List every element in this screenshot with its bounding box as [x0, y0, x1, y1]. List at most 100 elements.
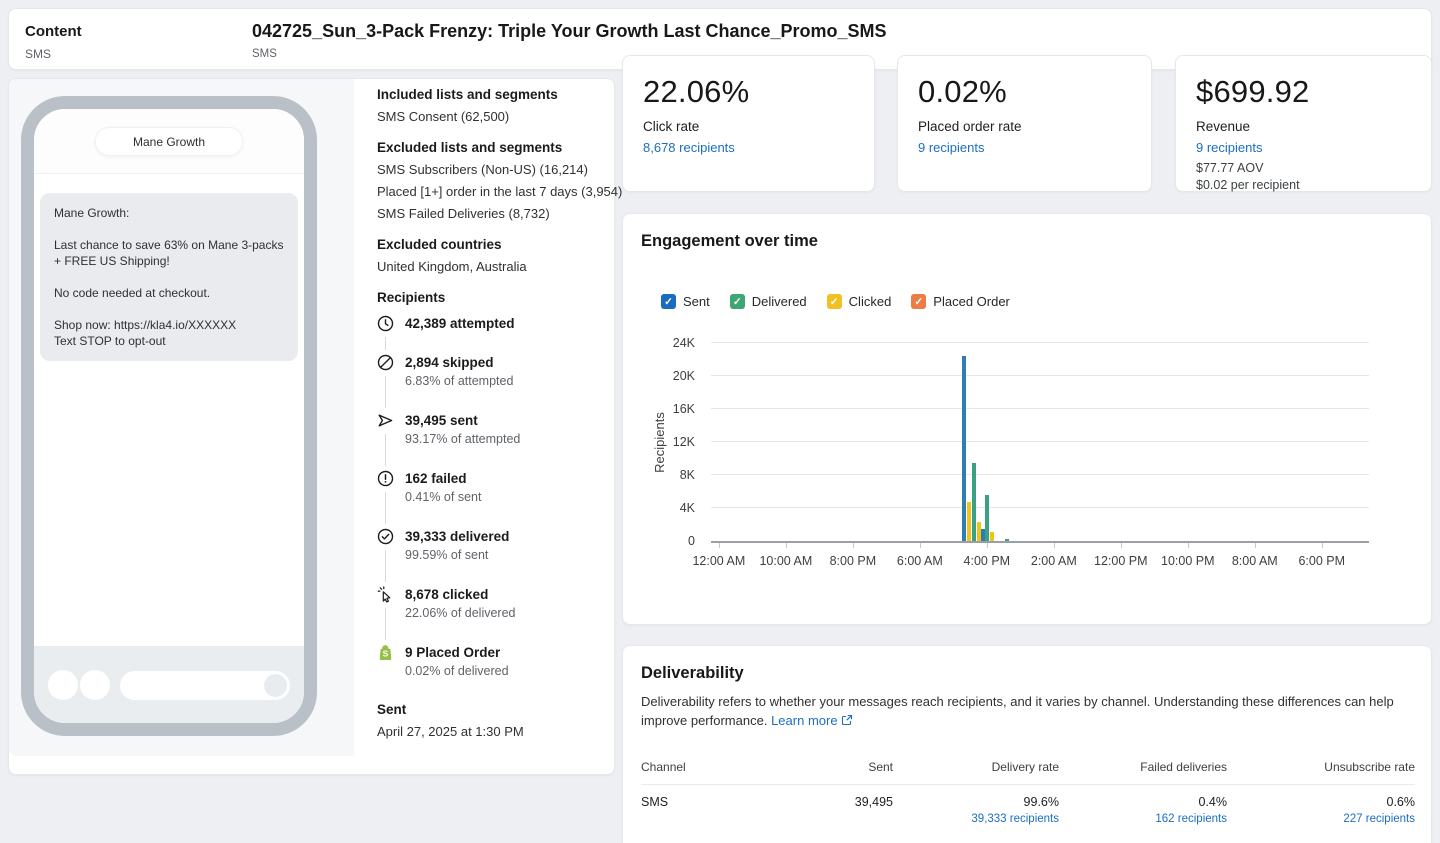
- chart-gridline: [711, 408, 1369, 409]
- funnel-step-label: 2,894 skipped: [405, 354, 613, 372]
- chart-bar-delivered: [985, 495, 989, 541]
- chart-gridline: [711, 507, 1369, 508]
- x-tick-label: 10:00 PM: [1161, 554, 1215, 568]
- sms-message-bubble: Mane Growth: Last chance to save 63% on …: [40, 193, 298, 361]
- y-tick-label: 16K: [673, 402, 695, 416]
- excluded-lists-heading: Excluded lists and segments: [377, 140, 613, 155]
- legend-item-placed-order[interactable]: Placed Order: [911, 294, 1010, 309]
- x-tick-label: 12:00 PM: [1094, 554, 1148, 568]
- legend-item-sent[interactable]: Sent: [661, 294, 710, 309]
- clock-icon: [377, 315, 394, 332]
- funnel-step-sub: 0.02% of delivered: [405, 662, 613, 681]
- svg-text:S: S: [383, 649, 389, 659]
- engagement-title: Engagement over time: [641, 232, 818, 251]
- content-preview-card: Mane Growth Mane Growth: Last chance to …: [8, 78, 615, 775]
- sms-message-line: Text STOP to opt-out: [54, 333, 284, 349]
- y-tick-label: 4K: [680, 501, 695, 515]
- delivered-checkbox-icon[interactable]: [730, 294, 745, 309]
- y-tick-label: 0: [688, 534, 695, 548]
- placed-order-recipients-link[interactable]: 9 recipients: [918, 140, 1131, 155]
- clicked-icon: [377, 586, 394, 603]
- sms-message-line: Last chance to save 63% on Mane 3-packs …: [54, 237, 284, 269]
- chart-bar-clicked: [967, 502, 971, 541]
- table-row: SMS 39,495 99.6% 39,333 recipients 0.4% …: [641, 785, 1415, 837]
- unsub-recipients-link[interactable]: 227 recipients: [1227, 812, 1415, 827]
- sms-message-line: [54, 301, 284, 317]
- x-tick-label: 4:00 PM: [964, 554, 1011, 568]
- recipients-funnel: 42,389 attempted 2,894 skipped 6.83% of …: [377, 315, 613, 681]
- x-tick-label: 12:00 AM: [692, 554, 745, 568]
- placed-order-checkbox-icon[interactable]: [911, 294, 926, 309]
- included-list-item: SMS Consent (62,500): [377, 106, 613, 128]
- deliverability-table: Channel Sent Delivery rate Failed delive…: [641, 752, 1415, 837]
- y-tick-label: 12K: [673, 435, 695, 449]
- chart-gridline: [711, 342, 1369, 343]
- legend-label: Placed Order: [933, 294, 1010, 309]
- x-tick-mark: [1054, 543, 1055, 548]
- funnel-step-label: 162 failed: [405, 470, 613, 488]
- sms-sender-pill: Mane Growth: [95, 127, 243, 156]
- sms-message-line: No code needed at checkout.: [54, 285, 284, 301]
- external-link-icon[interactable]: [841, 712, 853, 731]
- cell-sent: 39,495: [771, 785, 893, 820]
- revenue-aov: $77.77 AOV: [1196, 161, 1411, 175]
- phone-mockup: Mane Growth Mane Growth: Last chance to …: [21, 96, 317, 736]
- chart-bar-delivered: [972, 463, 976, 541]
- learn-more-link[interactable]: Learn more: [771, 713, 837, 728]
- click-rate-recipients-link[interactable]: 8,678 recipients: [643, 140, 854, 155]
- deliverability-description-text: Deliverability refers to whether your me…: [641, 694, 1394, 728]
- placed-order-rate-value: 0.02%: [918, 74, 1131, 110]
- shopify-icon: S: [377, 644, 394, 661]
- camera-button-icon: [48, 670, 78, 700]
- legend-item-delivered[interactable]: Delivered: [730, 294, 807, 309]
- phone-footer: [34, 646, 304, 723]
- x-tick-mark: [920, 543, 921, 548]
- x-tick-label: 6:00 PM: [1298, 554, 1345, 568]
- funnel-step-clicked: 8,678 clicked 22.06% of delivered: [377, 586, 613, 623]
- chart-bar-clicked: [990, 532, 994, 541]
- sent-timestamp: April 27, 2025 at 1:30 PM: [377, 721, 613, 743]
- deliverability-title: Deliverability: [641, 664, 744, 683]
- funnel-step-placed-order: S 9 Placed Order 0.02% of delivered: [377, 644, 613, 681]
- failed-icon: [377, 470, 394, 487]
- cell-channel: SMS: [641, 785, 771, 820]
- funnel-step-sub: 6.83% of attempted: [405, 372, 613, 391]
- funnel-step-sub: 99.59% of sent: [405, 546, 613, 565]
- legend-label: Sent: [683, 294, 710, 309]
- cell-failed-rate: 0.4%: [1059, 795, 1227, 810]
- sent-heading: Sent: [377, 702, 613, 717]
- col-header-sent: Sent: [771, 752, 893, 784]
- mic-button-icon: [264, 674, 287, 697]
- content-section-label: Content: [25, 23, 82, 40]
- funnel-step-label: 42,389 attempted: [405, 315, 613, 333]
- campaign-details-column: Included lists and segments SMS Consent …: [377, 87, 613, 743]
- phone-preview-panel: Mane Growth Mane Growth: Last chance to …: [9, 79, 354, 756]
- funnel-step-label: 9 Placed Order: [405, 644, 613, 662]
- legend-item-clicked[interactable]: Clicked: [827, 294, 892, 309]
- funnel-step-skipped: 2,894 skipped 6.83% of attempted: [377, 354, 613, 391]
- delivery-recipients-link[interactable]: 39,333 recipients: [893, 812, 1059, 827]
- clicked-checkbox-icon[interactable]: [827, 294, 842, 309]
- x-tick-mark: [987, 543, 988, 548]
- sent-checkbox-icon[interactable]: [661, 294, 676, 309]
- click-rate-value: 22.06%: [643, 74, 854, 110]
- x-tick-label: 2:00 AM: [1031, 554, 1077, 568]
- x-tick-mark: [1255, 543, 1256, 548]
- legend-label: Delivered: [752, 294, 807, 309]
- excluded-list-item: SMS Subscribers (Non-US) (16,214): [377, 159, 613, 181]
- apps-button-icon: [80, 670, 110, 700]
- skipped-icon: [377, 354, 394, 371]
- failed-recipients-link[interactable]: 162 recipients: [1059, 812, 1227, 827]
- funnel-step-label: 39,495 sent: [405, 412, 613, 430]
- chart-ylabels: 04K8K12K16K20K24K: [623, 343, 703, 541]
- x-tick-label: 8:00 PM: [830, 554, 877, 568]
- placed-order-rate-label: Placed order rate: [918, 119, 1131, 134]
- revenue-recipients-link[interactable]: 9 recipients: [1196, 140, 1411, 155]
- chart-gridline: [711, 474, 1369, 475]
- placed-order-rate-card: 0.02% Placed order rate 9 recipients: [897, 55, 1152, 192]
- content-section-channel: SMS: [25, 47, 51, 61]
- x-tick-label: 6:00 AM: [897, 554, 943, 568]
- revenue-card: $699.92 Revenue 9 recipients $77.77 AOV …: [1175, 55, 1432, 192]
- chart-bar-clicked: [977, 522, 981, 541]
- delivered-icon: [377, 528, 394, 545]
